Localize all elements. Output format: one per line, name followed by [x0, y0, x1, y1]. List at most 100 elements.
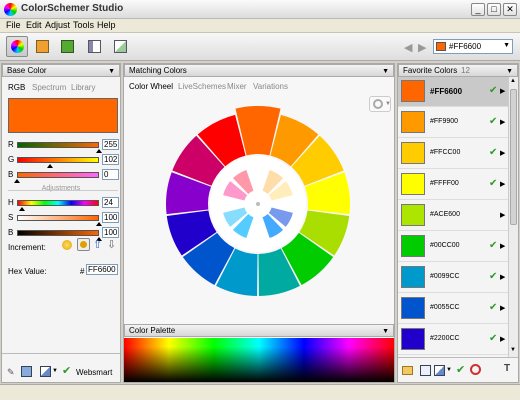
scroll-up-icon[interactable]: ▲ [510, 78, 517, 87]
copy-icon[interactable] [434, 365, 445, 376]
arrow-right-icon[interactable]: ▶ [500, 211, 505, 219]
check-icon[interactable]: ✔ [489, 116, 497, 127]
check-icon[interactable]: ✔ [489, 271, 497, 282]
b-label: B [8, 170, 14, 179]
scrollbar-thumb[interactable] [510, 89, 517, 225]
hex-value-input[interactable]: FF6600 [86, 264, 118, 275]
wheel-options-button[interactable]: ▼ [369, 96, 391, 112]
favorite-color-item[interactable]: #0099CC ✔ ▶ [398, 263, 508, 293]
color-palette-spectrum[interactable] [124, 338, 394, 382]
arrow-right-icon[interactable]: ▶ [500, 87, 505, 95]
favorites-scrollbar[interactable]: ▲ ▼ [508, 77, 518, 357]
favorite-color-item[interactable]: #FFFF00 ✔ ▶ [398, 170, 508, 200]
palette-view-button[interactable] [83, 36, 105, 57]
tab-rgb[interactable]: RGB [8, 83, 25, 92]
favorite-color-item[interactable]: #2200CC ✔ ▶ [398, 325, 508, 355]
text-icon[interactable]: T [504, 363, 510, 374]
sun-icon[interactable] [62, 240, 72, 250]
chevron-down-icon[interactable]: ▼ [446, 367, 452, 373]
minimize-button[interactable]: _ [471, 3, 485, 16]
app-logo-icon [4, 3, 17, 16]
favorite-swatch [401, 328, 425, 350]
arrow-right-icon[interactable]: ▶ [500, 118, 505, 126]
close-button[interactable]: ✕ [503, 3, 517, 16]
hue-slider-thumb[interactable] [19, 207, 26, 211]
favorite-color-item[interactable]: #FFCC00 ✔ ▶ [398, 139, 508, 169]
check-icon[interactable]: ✔ [489, 240, 497, 251]
saturation-slider[interactable] [17, 215, 99, 221]
menu-help[interactable]: Help [97, 20, 116, 30]
base-color-header-label: Base Color [7, 66, 47, 75]
folder-icon[interactable] [402, 366, 413, 375]
color-wheel-view-button[interactable] [6, 36, 28, 57]
g-value-field[interactable]: 102 [102, 154, 119, 165]
chevron-down-icon[interactable]: ▼ [52, 368, 58, 374]
scheme-view-button[interactable] [31, 36, 53, 57]
b-slider-thumb[interactable] [14, 179, 20, 183]
favorite-color-item[interactable]: #ACE600 ▶ [398, 201, 508, 231]
menu-adjust[interactable]: Adjust [45, 20, 70, 30]
favorite-color-item[interactable]: #FF6600 ✔ ▶ [398, 77, 508, 107]
arrow-right-icon[interactable]: ▶ [500, 304, 505, 312]
saturation-value-field[interactable]: 100 [102, 212, 119, 223]
menu-file[interactable]: File [6, 20, 21, 30]
menu-tools[interactable]: Tools [73, 20, 94, 30]
check-icon[interactable]: ✔ [489, 178, 497, 189]
arrow-right-icon[interactable]: ▶ [500, 335, 505, 343]
remove-icon[interactable] [470, 364, 481, 375]
tab-color-wheel[interactable]: Color Wheel [129, 82, 173, 91]
favorite-color-item[interactable]: #FF9900 ✔ ▶ [398, 108, 508, 138]
check-icon[interactable]: ✔ [489, 302, 497, 313]
r-value-field[interactable]: 255 [102, 139, 119, 150]
arrow-up-icon[interactable]: ⇧ [93, 238, 102, 251]
maximize-button[interactable]: □ [487, 3, 501, 16]
compare-view-button[interactable] [109, 36, 131, 57]
tab-liveschemes[interactable]: LiveSchemes [178, 82, 226, 91]
check-icon[interactable]: ✔ [489, 85, 497, 96]
hex-hash: # [80, 267, 85, 276]
tab-mixer[interactable]: Mixer [227, 82, 247, 91]
check-icon[interactable]: ✔ [489, 147, 497, 158]
gallery-view-button[interactable] [56, 36, 78, 57]
chevron-down-icon: ▼ [503, 42, 510, 49]
arrow-right-icon[interactable]: ▶ [500, 242, 505, 250]
check-icon[interactable]: ✔ [489, 333, 497, 344]
current-color-dropdown[interactable]: #FF6600 ▼ [433, 39, 513, 54]
arrow-down-icon[interactable]: ⇩ [107, 238, 116, 251]
chevron-down-icon[interactable]: ▼ [108, 66, 115, 77]
scroll-down-icon[interactable]: ▼ [510, 347, 517, 356]
g-slider-thumb[interactable] [46, 164, 53, 168]
tab-variations[interactable]: Variations [253, 82, 288, 91]
forward-arrow-icon[interactable]: ▶ [418, 41, 426, 54]
picker-icon[interactable] [21, 366, 32, 377]
websmart-label[interactable]: Websmart [76, 368, 112, 377]
increment-toggle-button[interactable] [77, 238, 90, 251]
tab-library[interactable]: Library [71, 83, 95, 92]
menu-edit[interactable]: Edit [26, 20, 42, 30]
g-slider[interactable] [17, 157, 99, 163]
check-icon[interactable]: ✔ [456, 363, 465, 376]
hue-value-field[interactable]: 24 [102, 197, 119, 208]
arrow-right-icon[interactable]: ▶ [500, 180, 505, 188]
save-icon[interactable] [420, 365, 431, 376]
palette-icon [88, 40, 101, 53]
color-wheel[interactable] [158, 104, 358, 304]
r-slider[interactable] [17, 142, 99, 148]
hue-slider[interactable] [17, 200, 99, 206]
check-icon[interactable]: ✔ [62, 364, 71, 377]
b-slider[interactable] [17, 172, 99, 178]
chevron-down-icon[interactable]: ▼ [506, 66, 513, 77]
arrow-right-icon[interactable]: ▶ [500, 273, 505, 281]
chevron-down-icon[interactable]: ▼ [382, 66, 389, 77]
favorite-color-item[interactable]: #00CC00 ✔ ▶ [398, 232, 508, 262]
chevron-down-icon[interactable]: ▼ [382, 326, 389, 337]
back-arrow-icon[interactable]: ◀ [404, 41, 412, 54]
b-value-field[interactable]: 0 [102, 169, 119, 180]
brightness-slider[interactable] [17, 230, 99, 236]
tab-spectrum[interactable]: Spectrum [32, 83, 66, 92]
arrow-right-icon[interactable]: ▶ [500, 149, 505, 157]
copy-icon[interactable] [40, 366, 51, 377]
favorite-color-item[interactable]: #0055CC ✔ ▶ [398, 294, 508, 324]
eyedropper-icon[interactable]: ✎ [7, 367, 15, 378]
brightness-value-field[interactable]: 100 [102, 227, 119, 238]
